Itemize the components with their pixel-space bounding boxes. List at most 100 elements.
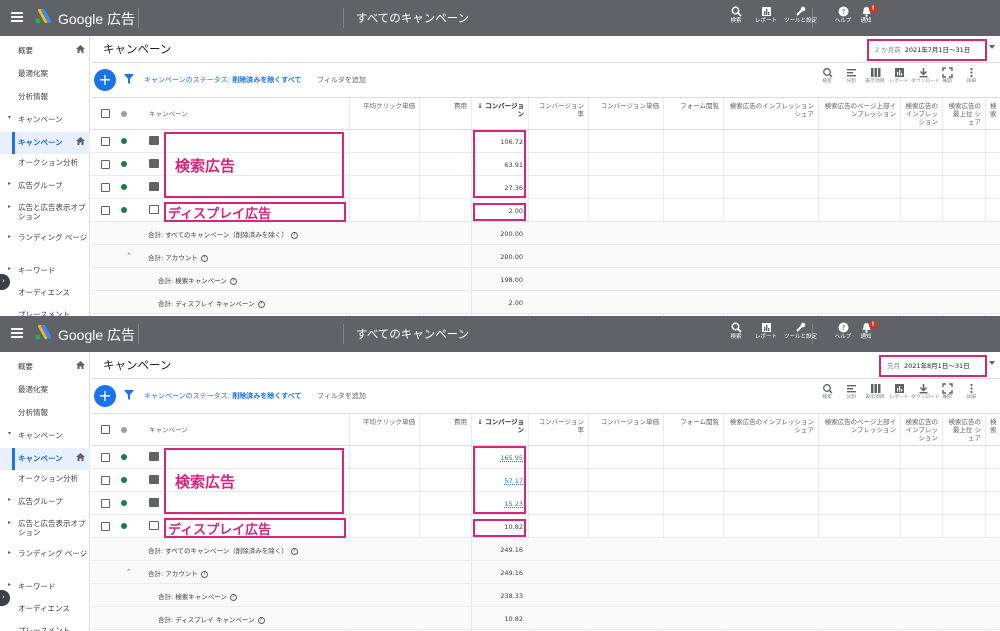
topbar-reports-button[interactable]: レポート [750, 321, 782, 341]
toolbar-expand-button[interactable]: 展開 [935, 383, 959, 401]
topbar-search-button[interactable]: 検索 [720, 5, 752, 25]
sidebar-item-2[interactable]: 分析情報 [0, 91, 90, 105]
topbar-search-button[interactable]: 検索 [720, 321, 752, 341]
sidebar-item-4[interactable]: キャンペーン [0, 132, 90, 154]
status-filter-chip[interactable]: キャンペーンのステータス: 削除済みを除くすべて [144, 75, 301, 85]
column-header-more[interactable]: 検索 [985, 98, 1000, 129]
row-checkbox[interactable] [101, 183, 110, 192]
sidebar-item-5[interactable]: オークション分析 [0, 473, 90, 487]
add-campaign-button[interactable]: + [94, 69, 116, 91]
column-header-conversions[interactable]: ↓ コンバージョン [471, 414, 528, 445]
sidebar-item-7[interactable]: ▸ 広告と広告表示オプション [0, 203, 90, 229]
help-icon[interactable]: ? [290, 231, 298, 239]
filter-icon[interactable] [124, 390, 134, 400]
column-header-campaign[interactable]: キャンペーン [91, 414, 349, 445]
column-header-avg-cpc[interactable]: 平均クリック単価 [349, 98, 419, 129]
add-filter-link[interactable]: フィルタを追加 [317, 75, 366, 85]
toolbar-search-button[interactable]: 検索 [815, 67, 839, 85]
column-header-campaign[interactable]: キャンペーン [91, 98, 349, 129]
sidebar-item-10[interactable]: オーディエンス [0, 287, 90, 301]
row-checkbox[interactable] [101, 160, 110, 169]
row-checkbox[interactable] [101, 499, 110, 508]
toolbar-columns-button[interactable]: 表示項目 [863, 383, 887, 401]
toolbar-expand-button[interactable]: 展開 [935, 67, 959, 85]
help-icon[interactable]: ? [257, 300, 265, 308]
sidebar-item-0[interactable]: 概要 [0, 361, 90, 375]
sidebar-item-7[interactable]: ▸ 広告と広告表示オプション [0, 519, 90, 545]
help-icon[interactable]: ? [229, 593, 237, 601]
sidebar-item-9[interactable]: ▸ キーワード [0, 581, 90, 595]
column-header-search-impr-share[interactable]: 検索広告のインプレッション シェア [723, 414, 818, 445]
help-icon[interactable]: ? [200, 254, 208, 262]
sidebar-item-11[interactable]: プレースメント [0, 625, 90, 631]
help-icon[interactable]: ? [200, 570, 208, 578]
row-checkbox[interactable] [101, 522, 110, 531]
sidebar-item-2[interactable]: 分析情報 [0, 407, 90, 421]
toolbar-columns-button[interactable]: 表示項目 [863, 67, 887, 85]
sidebar-item-0[interactable]: 概要 [0, 45, 90, 59]
help-icon[interactable]: ? [229, 277, 237, 285]
toolbar-reports-button[interactable]: レポート [887, 67, 911, 85]
help-icon[interactable]: ? [257, 616, 265, 624]
date-dropdown-icon[interactable] [989, 361, 995, 365]
collapse-icon[interactable]: ⌃ [126, 252, 132, 260]
collapse-icon[interactable]: ⌃ [126, 568, 132, 576]
topbar-reports-button[interactable]: レポート [750, 5, 782, 25]
column-header-form-views[interactable]: フォーム閲覧 [663, 98, 723, 129]
sidebar-item-5[interactable]: オークション分析 [0, 157, 90, 171]
topbar-tools-button[interactable]: ツールと設定 [784, 321, 817, 341]
column-header-form-views[interactable]: フォーム閲覧 [663, 414, 723, 445]
toolbar-segment-button[interactable]: 分割 [839, 67, 863, 85]
date-range-picker[interactable]: 先月 2021年8月1日～31日 [879, 355, 987, 377]
column-header-more[interactable]: 検索 [985, 414, 1000, 445]
sidebar-item-10[interactable]: オーディエンス [0, 603, 90, 617]
topbar-tools-button[interactable]: ツールと設定 [784, 5, 817, 25]
column-header-conversions[interactable]: ↓ コンバージョン [471, 98, 528, 129]
menu-icon[interactable] [11, 328, 23, 338]
toolbar-download-button[interactable]: ダウンロード [911, 67, 940, 85]
sidebar-item-3[interactable]: ▾ キャンペーン [0, 114, 90, 128]
row-checkbox[interactable] [101, 137, 110, 146]
sidebar-item-1[interactable]: 最適化案 [0, 68, 90, 82]
toolbar-download-button[interactable]: ダウンロード [911, 383, 940, 401]
toolbar-reports-button[interactable]: レポート [887, 383, 911, 401]
help-icon[interactable]: ? [290, 547, 298, 555]
column-header-cost[interactable]: 費用 [419, 98, 471, 129]
status-filter-chip[interactable]: キャンペーンのステータス: 削除済みを除くすべて [144, 391, 301, 401]
menu-icon[interactable] [11, 12, 23, 22]
row-checkbox[interactable] [101, 453, 110, 462]
column-header-search-abs-top[interactable]: 検索広告の最上位 シェア [942, 98, 985, 129]
column-header-conv-rate[interactable]: コンバージョン率 [528, 414, 588, 445]
topbar-notifications-button[interactable]: 通知 ! [850, 321, 882, 341]
topbar-notifications-button[interactable]: 通知 ! [850, 5, 882, 25]
sidebar-item-1[interactable]: 最適化案 [0, 384, 90, 398]
sidebar-item-8[interactable]: ▸ ランディング ページ [0, 549, 90, 575]
sidebar-item-3[interactable]: ▾ キャンペーン [0, 430, 90, 444]
column-header-search-lost[interactable]: 検索広告のインプレッション [900, 414, 942, 445]
date-dropdown-icon[interactable] [989, 45, 995, 49]
toolbar-segment-button[interactable]: 分割 [839, 383, 863, 401]
row-checkbox[interactable] [101, 206, 110, 215]
add-campaign-button[interactable]: + [94, 385, 116, 407]
column-header-search-impr-share[interactable]: 検索広告のインプレッション シェア [723, 98, 818, 129]
column-header-search-top-impr[interactable]: 検索広告のページ上部インプレッション [818, 98, 900, 129]
column-header-avg-cpc[interactable]: 平均クリック単価 [349, 414, 419, 445]
date-range-picker[interactable]: 2 か月前 2021年7月1日～31日 [867, 39, 987, 61]
sidebar-item-9[interactable]: ▸ キーワード [0, 265, 90, 279]
sidebar-item-4[interactable]: キャンペーン [0, 448, 90, 470]
sidebar-item-6[interactable]: ▸ 広告グループ [0, 496, 90, 510]
toolbar-more-button[interactable]: 詳細 [959, 67, 983, 85]
add-filter-link[interactable]: フィルタを追加 [317, 391, 366, 401]
column-header-search-top-impr[interactable]: 検索広告のページ上部インプレッション [818, 414, 900, 445]
sidebar-item-11[interactable]: プレースメント [0, 309, 90, 316]
sidebar-item-8[interactable]: ▸ ランディング ページ [0, 233, 90, 259]
row-checkbox[interactable] [101, 476, 110, 485]
column-header-search-abs-top[interactable]: 検索広告の最上位 シェア [942, 414, 985, 445]
filter-icon[interactable] [124, 74, 134, 84]
toolbar-more-button[interactable]: 詳細 [959, 383, 983, 401]
column-header-cost[interactable]: 費用 [419, 414, 471, 445]
column-header-search-lost[interactable]: 検索広告のインプレッション [900, 98, 942, 129]
column-header-cost-per-conv[interactable]: コンバージョン単価 [588, 414, 663, 445]
column-header-conv-rate[interactable]: コンバージョン率 [528, 98, 588, 129]
sidebar-item-6[interactable]: ▸ 広告グループ [0, 180, 90, 194]
